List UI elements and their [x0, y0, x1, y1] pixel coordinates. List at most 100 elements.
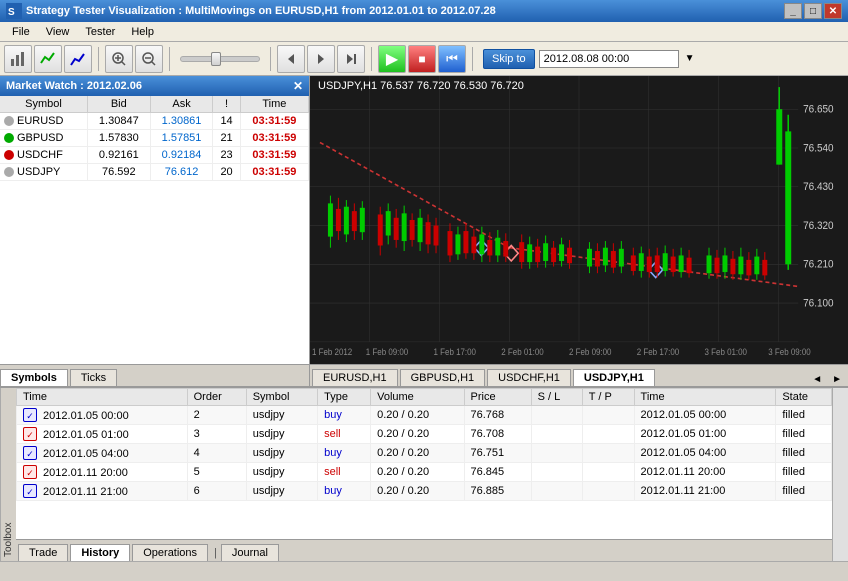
svg-text:2 Feb 09:00: 2 Feb 09:00	[569, 347, 612, 358]
svg-text:3 Feb 09:00: 3 Feb 09:00	[768, 347, 811, 358]
toolbar-expert-btn[interactable]	[64, 45, 92, 73]
chart-tab-usdchf[interactable]: USDCHF,H1	[487, 369, 571, 386]
row-symbol: usdjpy	[246, 444, 317, 463]
close-button[interactable]: ✕	[824, 3, 842, 19]
row-symbol: usdjpy	[246, 482, 317, 501]
col-symbol: Symbol	[0, 96, 87, 113]
btab-separator: |	[210, 545, 221, 561]
svg-text:76.210: 76.210	[803, 258, 834, 271]
th-close-time: Time	[634, 389, 776, 406]
menu-tester[interactable]: Tester	[77, 24, 123, 40]
chart-scroll-left[interactable]: ◄	[808, 373, 826, 386]
row-order: 5	[187, 463, 246, 482]
row-volume: 0.20 / 0.20	[371, 406, 464, 425]
toolbar-separator-1	[98, 47, 99, 71]
toolbar-next-btn[interactable]	[307, 45, 335, 73]
svg-text:76.650: 76.650	[803, 103, 834, 116]
history-row[interactable]: ✓ 2012.01.11 21:00 6 usdjpy buy 0.20 / 0…	[17, 482, 832, 501]
toolbar-separator-2	[169, 47, 170, 71]
skip-to-input[interactable]	[539, 50, 679, 68]
tab-ticks[interactable]: Ticks	[70, 369, 117, 386]
toolbar-separator-5	[472, 47, 473, 71]
row-state: filled	[776, 482, 832, 501]
row-tp	[582, 444, 634, 463]
row-tp	[582, 482, 634, 501]
market-watch-row[interactable]: EURUSD 1.30847 1.30861 14 03:31:59	[0, 113, 309, 130]
row-sl	[531, 425, 582, 444]
stop-button[interactable]: ■	[408, 45, 436, 73]
chart-area: USDJPY,H1 76.537 76.720 76.530 76.720	[310, 76, 848, 386]
mw-excl: 23	[213, 147, 240, 164]
row-symbol: usdjpy	[246, 406, 317, 425]
tab-symbols[interactable]: Symbols	[0, 369, 68, 386]
toolbar-zoom-in[interactable]	[105, 45, 133, 73]
mw-ask: 1.30861	[150, 113, 213, 130]
toolbar-prev-btn[interactable]	[277, 45, 305, 73]
row-symbol: usdjpy	[246, 463, 317, 482]
svg-text:2 Feb 17:00: 2 Feb 17:00	[637, 347, 680, 358]
market-watch-row[interactable]: GBPUSD 1.57830 1.57851 21 03:31:59	[0, 130, 309, 147]
chart-tab-gbpusd[interactable]: GBPUSD,H1	[400, 369, 486, 386]
toolbar-separator-4	[371, 47, 372, 71]
mw-bid: 76.592	[87, 164, 150, 181]
chart-wrapper[interactable]: USDJPY,H1 76.537 76.720 76.530 76.720	[310, 76, 848, 364]
market-watch-header: Market Watch : 2012.02.06 ✕	[0, 76, 309, 96]
row-sl	[531, 482, 582, 501]
toolbar-indicators-btn[interactable]	[34, 45, 62, 73]
svg-text:S: S	[8, 7, 15, 18]
history-table: Time Order Symbol Type Volume Price S / …	[16, 388, 832, 501]
bottom-inner: Toolbox Time Order Symbol Type Volume Pr…	[0, 388, 848, 561]
market-watch-row[interactable]: USDCHF 0.92161 0.92184 23 03:31:59	[0, 147, 309, 164]
history-row[interactable]: ✓ 2012.01.05 00:00 2 usdjpy buy 0.20 / 0…	[17, 406, 832, 425]
skip-to-button[interactable]: Skip to	[483, 49, 535, 69]
menu-help[interactable]: Help	[123, 24, 162, 40]
toolbar-end-btn[interactable]	[337, 45, 365, 73]
menu-file[interactable]: File	[4, 24, 38, 40]
history-row[interactable]: ✓ 2012.01.05 01:00 3 usdjpy sell 0.20 / …	[17, 425, 832, 444]
play-button[interactable]: ▶	[378, 45, 406, 73]
th-symbol: Symbol	[246, 389, 317, 406]
speed-slider-thumb[interactable]	[211, 52, 221, 66]
menu-view[interactable]: View	[38, 24, 78, 40]
row-close-time: 2012.01.05 01:00	[634, 425, 776, 444]
btab-trade[interactable]: Trade	[18, 544, 68, 561]
svg-text:3 Feb 01:00: 3 Feb 01:00	[705, 347, 748, 358]
btab-journal[interactable]: Journal	[221, 544, 279, 561]
col-ask: Ask	[150, 96, 213, 113]
row-tp	[582, 425, 634, 444]
btab-history[interactable]: History	[70, 544, 130, 561]
chart-scroll-right[interactable]: ►	[828, 373, 846, 386]
svg-text:1 Feb 2012: 1 Feb 2012	[312, 347, 353, 358]
chart-tabs: EURUSD,H1 GBPUSD,H1 USDCHF,H1 USDJPY,H1 …	[310, 364, 848, 386]
btab-operations[interactable]: Operations	[132, 544, 208, 561]
chart-scroll: ◄ ►	[808, 373, 846, 386]
toolbar-zoom-out[interactable]	[135, 45, 163, 73]
history-row[interactable]: ✓ 2012.01.05 04:00 4 usdjpy buy 0.20 / 0…	[17, 444, 832, 463]
symbols-table: Symbol Bid Ask ! Time EURUSD 1.30847 1.3…	[0, 96, 309, 181]
scroll-bar-vertical[interactable]	[832, 388, 848, 561]
row-close-time: 2012.01.11 21:00	[634, 482, 776, 501]
mw-bid: 1.30847	[87, 113, 150, 130]
th-time: Time	[17, 389, 188, 406]
market-watch-row[interactable]: USDJPY 76.592 76.612 20 03:31:59	[0, 164, 309, 181]
maximize-button[interactable]: □	[804, 3, 822, 19]
skip-to-dropdown[interactable]: ▼	[685, 53, 695, 64]
mw-bid: 1.57830	[87, 130, 150, 147]
row-state: filled	[776, 406, 832, 425]
chart-tab-eurusd[interactable]: EURUSD,H1	[312, 369, 398, 386]
reset-button[interactable]: ⏮	[438, 45, 466, 73]
row-tp	[582, 406, 634, 425]
history-row[interactable]: ✓ 2012.01.11 20:00 5 usdjpy sell 0.20 / …	[17, 463, 832, 482]
market-watch-tabs: Symbols Ticks	[0, 364, 309, 386]
speed-slider[interactable]	[180, 56, 260, 62]
row-time: ✓ 2012.01.05 01:00	[17, 425, 188, 444]
row-symbol: usdjpy	[246, 425, 317, 444]
svg-text:76.320: 76.320	[803, 219, 834, 232]
bottom-tabs: Trade History Operations | Journal	[16, 539, 832, 561]
minimize-button[interactable]: _	[784, 3, 802, 19]
toolbar-chart-btn[interactable]	[4, 45, 32, 73]
row-type: sell	[318, 425, 371, 444]
chart-tab-usdjpy[interactable]: USDJPY,H1	[573, 369, 655, 386]
market-watch-close[interactable]: ✕	[293, 79, 303, 93]
row-close-time: 2012.01.05 00:00	[634, 406, 776, 425]
